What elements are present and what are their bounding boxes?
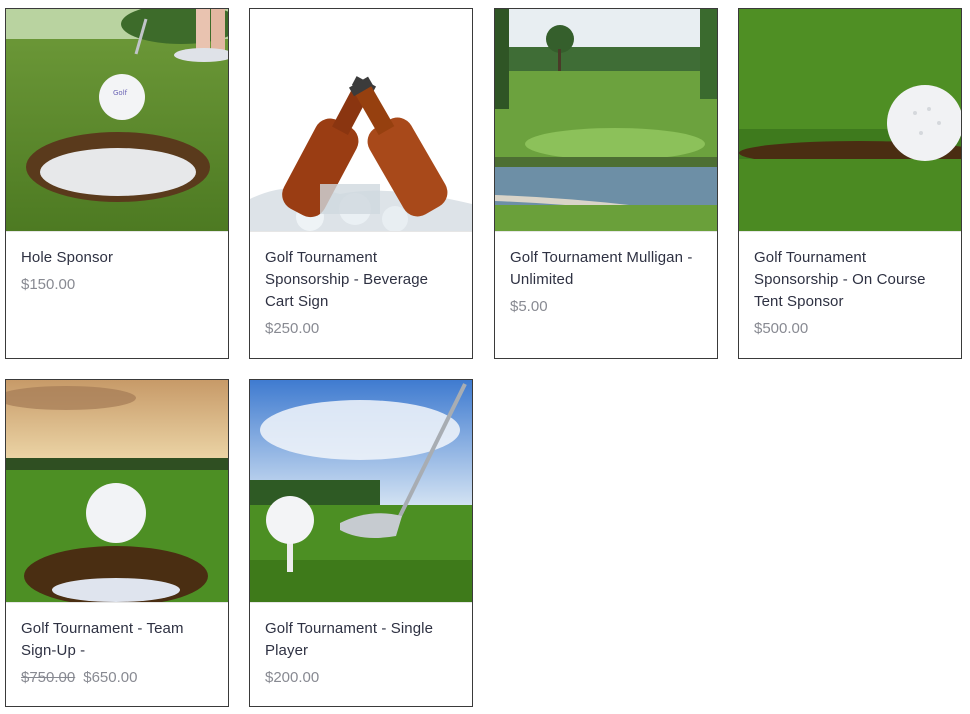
product-image-golf-course-with-pond[interactable]: [495, 9, 717, 232]
product-title[interactable]: Golf Tournament - Single Player: [265, 618, 458, 662]
product-card[interactable]: Golf Tournament - Team Sign-Up - $750.00…: [5, 379, 229, 707]
product-title[interactable]: Golf Tournament - Team Sign-Up -: [21, 618, 214, 662]
product-title[interactable]: Golf Tournament Sponsorship - Beverage C…: [265, 247, 458, 313]
product-card[interactable]: Golf Tournament - Single Player $200.00: [249, 379, 473, 707]
product-card[interactable]: Golf Tournament Sponsorship - On Course …: [738, 8, 962, 359]
product-price: $250.00: [265, 320, 320, 337]
product-image-golf-club-and-tee[interactable]: [250, 380, 472, 603]
product-image-golf-ball-on-hole-sunset[interactable]: [6, 380, 228, 603]
product-price: $200.00: [265, 669, 320, 686]
product-price: $750.00 $650.00: [21, 667, 214, 689]
product-title[interactable]: Golf Tournament Mulligan -Unlimited: [510, 247, 703, 291]
product-card[interactable]: Golf Tournament Mulligan -Unlimited $5.0…: [494, 8, 718, 359]
product-card[interactable]: Golf Tournament Sponsorship - Beverage C…: [249, 8, 473, 359]
product-card[interactable]: Golf Hole Sponsor $150.00: [5, 8, 229, 359]
product-original-price: $750.00: [21, 669, 76, 686]
product-image-beer-bottles-on-ice[interactable]: [250, 9, 472, 232]
product-title[interactable]: Golf Tournament Sponsorship - On Course …: [754, 247, 947, 313]
product-price: $500.00: [754, 320, 809, 337]
product-price: $5.00: [510, 298, 548, 315]
product-price: $150.00: [21, 276, 76, 293]
product-sale-price: $650.00: [83, 669, 138, 686]
product-title[interactable]: Hole Sponsor: [21, 247, 214, 269]
svg-text:Golf: Golf: [113, 89, 128, 97]
product-image-golf-ball-near-hole[interactable]: Golf: [6, 9, 228, 232]
product-image-golf-ball-on-green[interactable]: [739, 9, 961, 232]
